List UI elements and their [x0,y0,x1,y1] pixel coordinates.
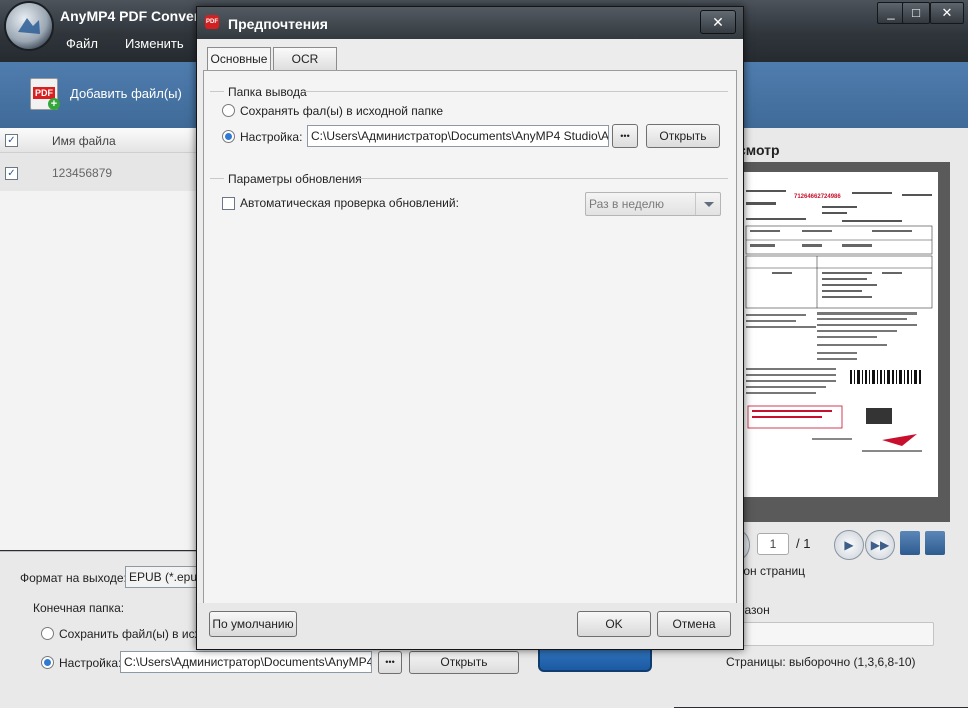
save-source-folder-radio[interactable] [222,104,235,117]
update-frequency-select[interactable]: Раз в неделю [585,192,721,216]
custom-folder-radio[interactable] [41,656,54,669]
close-button[interactable]: ✕ [930,2,964,24]
general-tab-panel: Папка вывода Сохранять фал(ы) в исходной… [203,70,737,605]
custom-folder-label: Настройка: [240,130,303,144]
dest-label: Конечная папка: [33,601,125,615]
document-preview-image [745,190,933,452]
group-divider [210,178,224,179]
save-source-radio[interactable] [41,627,54,640]
format-label: Формат на выходе: [20,571,127,585]
tab-ocr[interactable]: OCR [273,47,337,70]
add-file-label: Добавить файл(ы) [70,86,182,101]
maximize-button[interactable]: □ [902,2,930,24]
next-page-button[interactable]: ▶ [834,530,864,560]
format-select[interactable]: EPUB (*.epub) [125,566,199,588]
file-name: 123456879 [52,166,113,180]
group-divider [358,178,728,179]
select-all-checkbox[interactable]: ✓ [5,134,18,147]
output-path-field[interactable]: C:\Users\Администратор\Documents\AnyMP4 … [120,651,372,673]
open-folder-button[interactable]: Открыть [646,124,720,148]
group-divider [210,91,224,92]
page-range-input[interactable] [738,622,934,646]
page-number-input[interactable]: 1 [757,533,789,555]
auto-update-label: Автоматическая проверка обновлений: [240,196,459,210]
file-list-header: ✓ Имя файла [0,128,200,153]
preview-title: смотр [738,142,780,158]
app-logo [6,3,52,49]
document-thumbnail: 71264662724986 [742,172,938,497]
app-title: AnyMP4 PDF Convert [60,8,204,24]
save-source-label: Сохранить файл(ы) в исход [59,627,214,641]
dialog-footer: По умолчанию OK Отмена [197,603,743,649]
dialog-close-button[interactable]: ✕ [700,10,736,34]
column-filename: Имя файла [52,134,116,148]
save-source-folder-label: Сохранять фал(ы) в исходной папке [240,104,444,118]
ok-button[interactable]: OK [577,611,651,637]
tab-general[interactable]: Основные [207,47,271,71]
menu-edit[interactable]: Изменить [125,36,184,51]
file-list [0,128,200,550]
page-list-icon[interactable] [925,531,945,555]
browse-button[interactable]: ••• [378,651,402,674]
table-row[interactable]: ✓ 123456879 [0,153,200,191]
chevron-down-icon [695,193,720,215]
pdf-icon: PDF [205,15,219,29]
page-range-title: зон страниц [738,564,806,578]
plus-icon: + [48,98,60,110]
update-frequency-value: Раз в неделю [589,197,665,211]
minimize-button[interactable]: _ [877,2,905,24]
auto-update-checkbox[interactable] [222,197,235,210]
menu-file[interactable]: Файл [66,36,98,51]
browse-button[interactable]: ••• [612,124,638,148]
restore-defaults-button[interactable]: По умолчанию [209,611,297,637]
page-total: / 1 [796,536,811,551]
output-path-field[interactable]: C:\Users\Администратор\Documents\AnyMP4 … [307,125,609,147]
output-folder-group-title: Папка вывода [228,85,307,99]
last-page-button[interactable]: ▶▶ [865,530,895,560]
open-folder-button[interactable]: Открыть [409,651,519,674]
preferences-dialog: PDF Предпочтения ✕ Основные OCR Папка вы… [196,6,744,650]
row-checkbox[interactable]: ✓ [5,167,18,180]
page-view-icon[interactable] [900,531,920,555]
pages-selection-label: Страницы: выборочно (1,3,6,8-10) [726,655,916,669]
dialog-title: Предпочтения [228,16,328,32]
group-divider [304,91,728,92]
update-group-title: Параметры обновления [228,172,362,186]
custom-folder-radio[interactable] [222,130,235,143]
cancel-button[interactable]: Отмена [657,611,731,637]
custom-folder-label: Настройка: [59,656,122,670]
